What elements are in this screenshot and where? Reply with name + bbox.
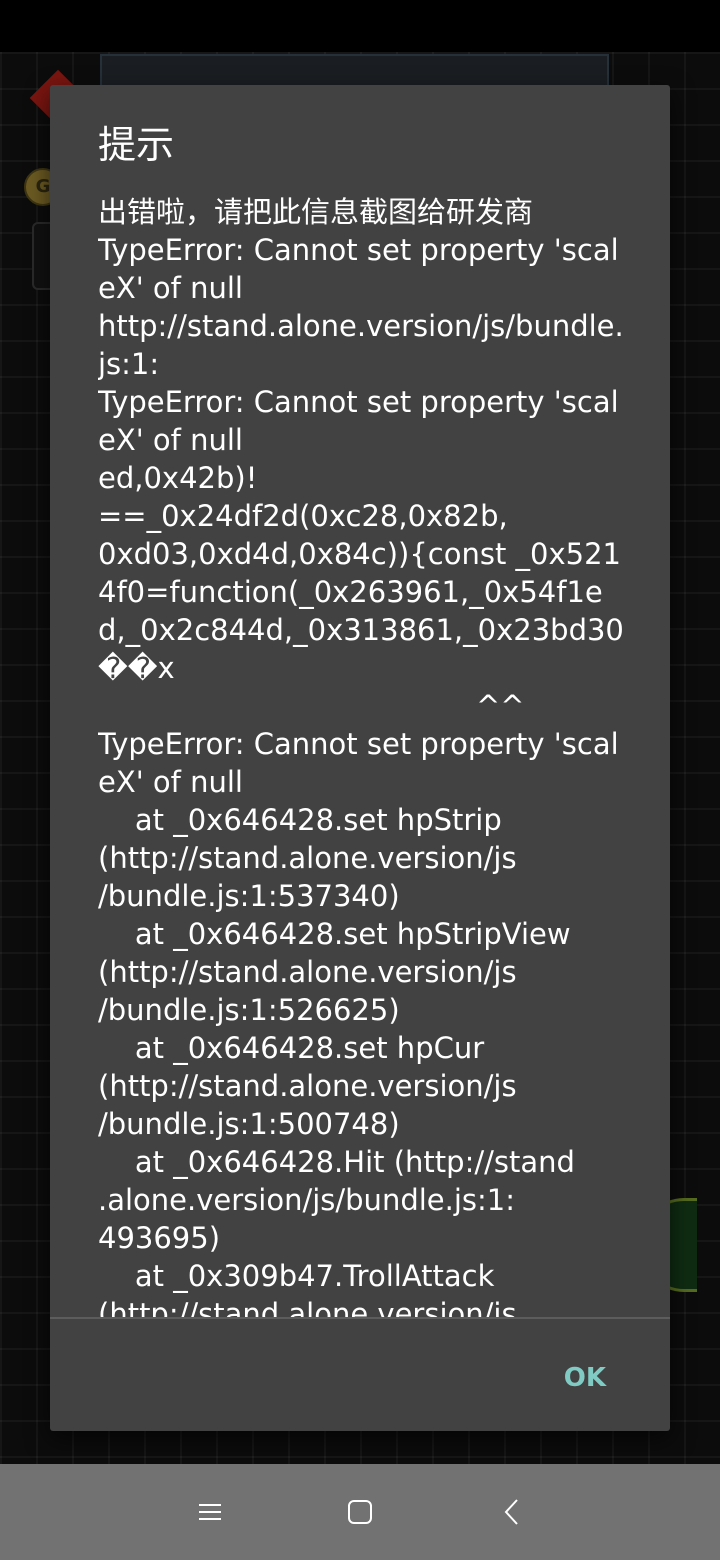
dialog-title: 提示 [98,123,175,167]
recent-apps-button[interactable] [186,1488,234,1536]
ok-button[interactable]: OK [550,1355,620,1401]
navigation-bar [0,1464,720,1560]
back-button[interactable] [488,1488,536,1536]
menu-icon [199,1504,221,1520]
home-icon [348,1500,372,1524]
dialog-divider [50,1317,670,1319]
back-icon [504,1499,518,1525]
dialog-message[interactable]: 出错啦，请把此信息截图给研发商 TypeError: Cannot set pr… [98,193,626,1317]
error-dialog: 提示 出错啦，请把此信息截图给研发商 TypeError: Cannot set… [50,85,670,1431]
status-bar [0,0,720,52]
home-button[interactable] [336,1488,384,1536]
